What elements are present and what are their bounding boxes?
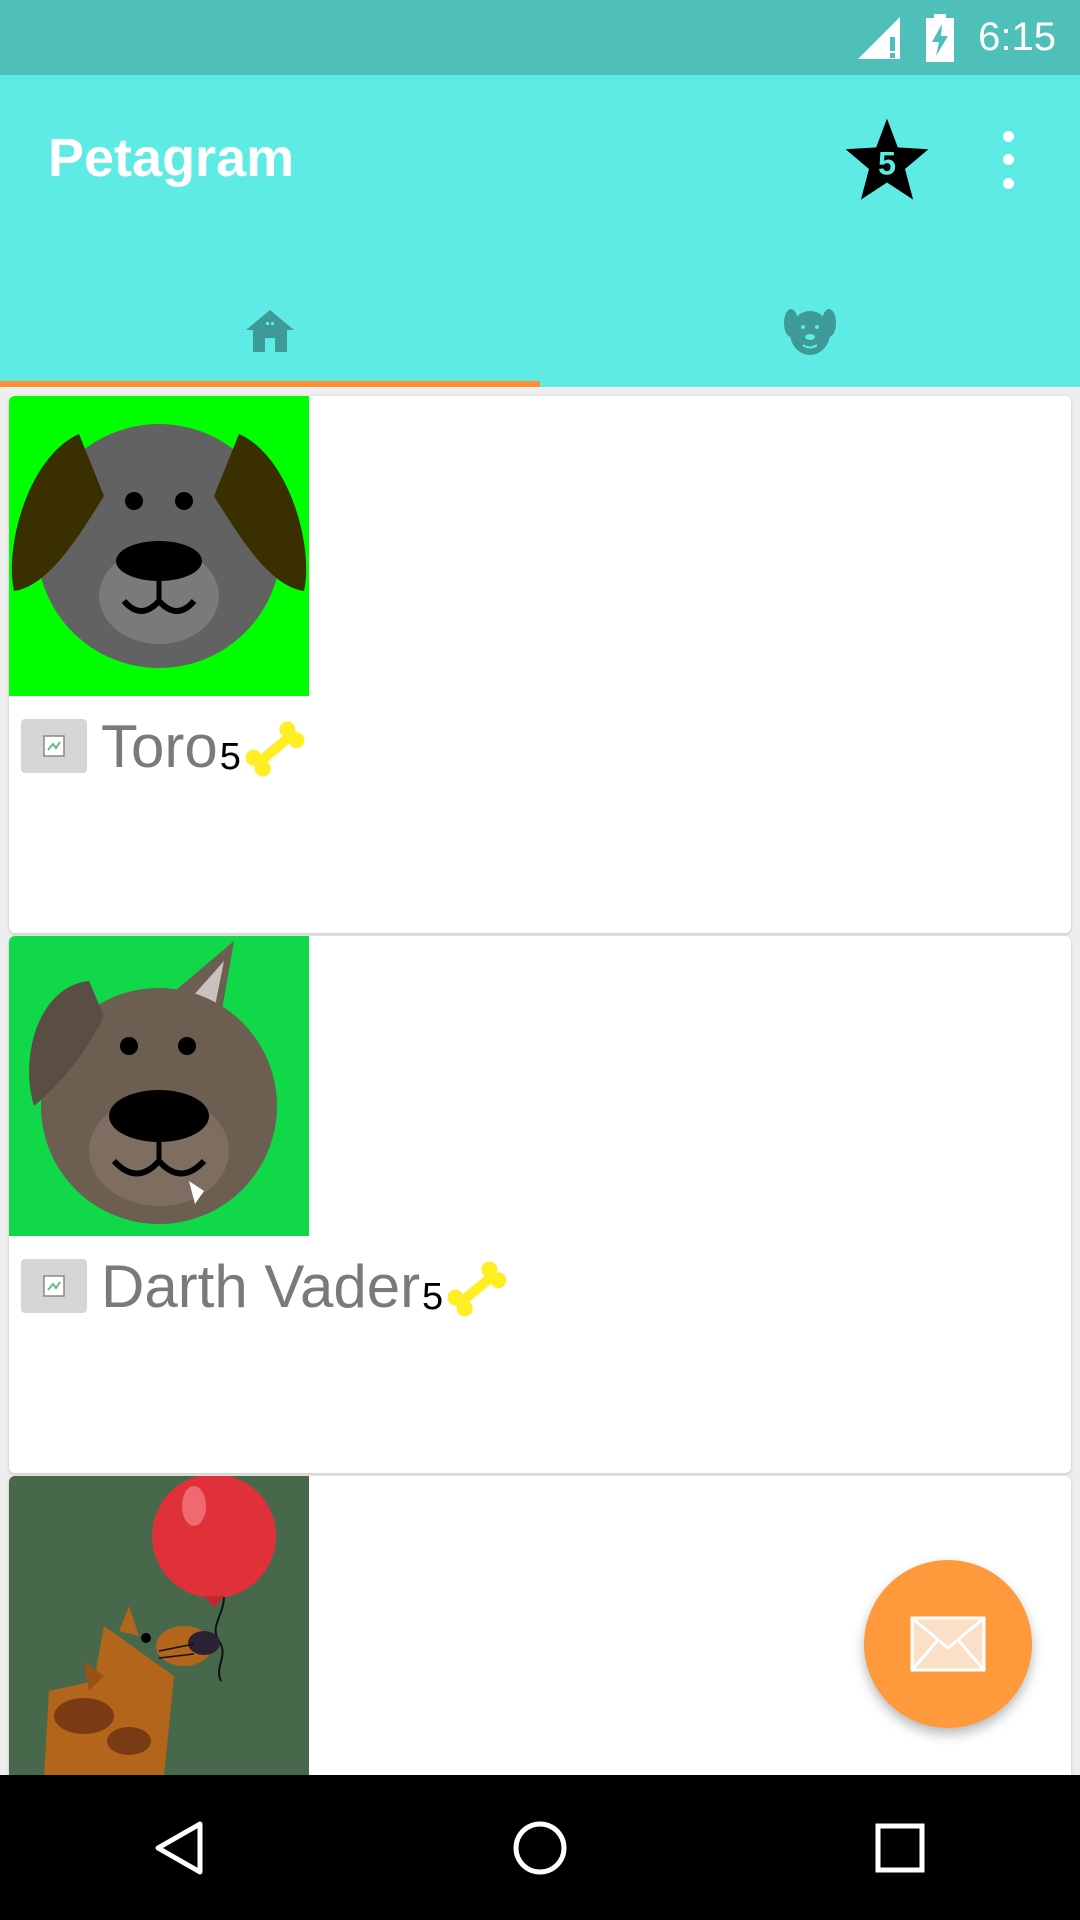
- pet-info-row: Darth Vader 5: [21, 1236, 511, 1336]
- dot-icon: [1002, 131, 1014, 143]
- home-button[interactable]: [485, 1793, 595, 1903]
- star-badge-count: 5: [878, 145, 896, 181]
- status-bar: 6:15: [0, 0, 1080, 75]
- dot-icon: [1002, 154, 1014, 166]
- pet-info-row: Toro 5: [21, 696, 309, 796]
- pet-card: Toro 5: [9, 396, 1071, 933]
- app-title: Petagram: [48, 128, 295, 188]
- tab-profile[interactable]: [540, 275, 1080, 387]
- like-button[interactable]: [21, 1259, 87, 1313]
- mail-fab-button[interactable]: [864, 1560, 1032, 1728]
- pet-card: Darth Vader 5: [9, 936, 1071, 1473]
- pet-name: Toro: [101, 712, 218, 780]
- battery-charging-icon: [926, 13, 955, 62]
- broken-image-icon: [43, 735, 65, 757]
- home-icon: [246, 310, 294, 352]
- bone-icon: [245, 721, 305, 777]
- bone-icon: [447, 1261, 507, 1317]
- status-time: 6:15: [978, 15, 1056, 59]
- favorites-button[interactable]: 5: [842, 115, 932, 205]
- home-circle-icon: [513, 1821, 567, 1874]
- pet-name: Darth Vader: [101, 1252, 421, 1320]
- recents-icon: [875, 1823, 925, 1872]
- tab-bar: [0, 275, 1080, 387]
- recents-button[interactable]: [845, 1793, 955, 1903]
- dog-face-icon: [784, 309, 836, 355]
- pet-photo: [9, 936, 309, 1236]
- back-icon: [155, 1821, 203, 1874]
- overflow-menu-button[interactable]: [988, 125, 1028, 195]
- pet-rating-count: 5: [219, 735, 241, 778]
- pet-photo: [9, 1476, 309, 1775]
- dot-icon: [1002, 177, 1014, 189]
- like-button[interactable]: [21, 719, 87, 773]
- star-icon: 5: [845, 118, 929, 200]
- signal-icon: [858, 16, 901, 59]
- pet-rating-count: 5: [422, 1275, 444, 1318]
- tab-home[interactable]: [0, 275, 540, 387]
- app-bar: Petagram 5: [0, 75, 1080, 387]
- mail-icon: [910, 1616, 986, 1672]
- back-button[interactable]: [125, 1793, 235, 1903]
- broken-image-icon: [43, 1275, 65, 1297]
- pet-photo: [9, 396, 309, 696]
- status-icons: 6:15: [856, 0, 1056, 75]
- navigation-bar: [0, 1775, 1080, 1920]
